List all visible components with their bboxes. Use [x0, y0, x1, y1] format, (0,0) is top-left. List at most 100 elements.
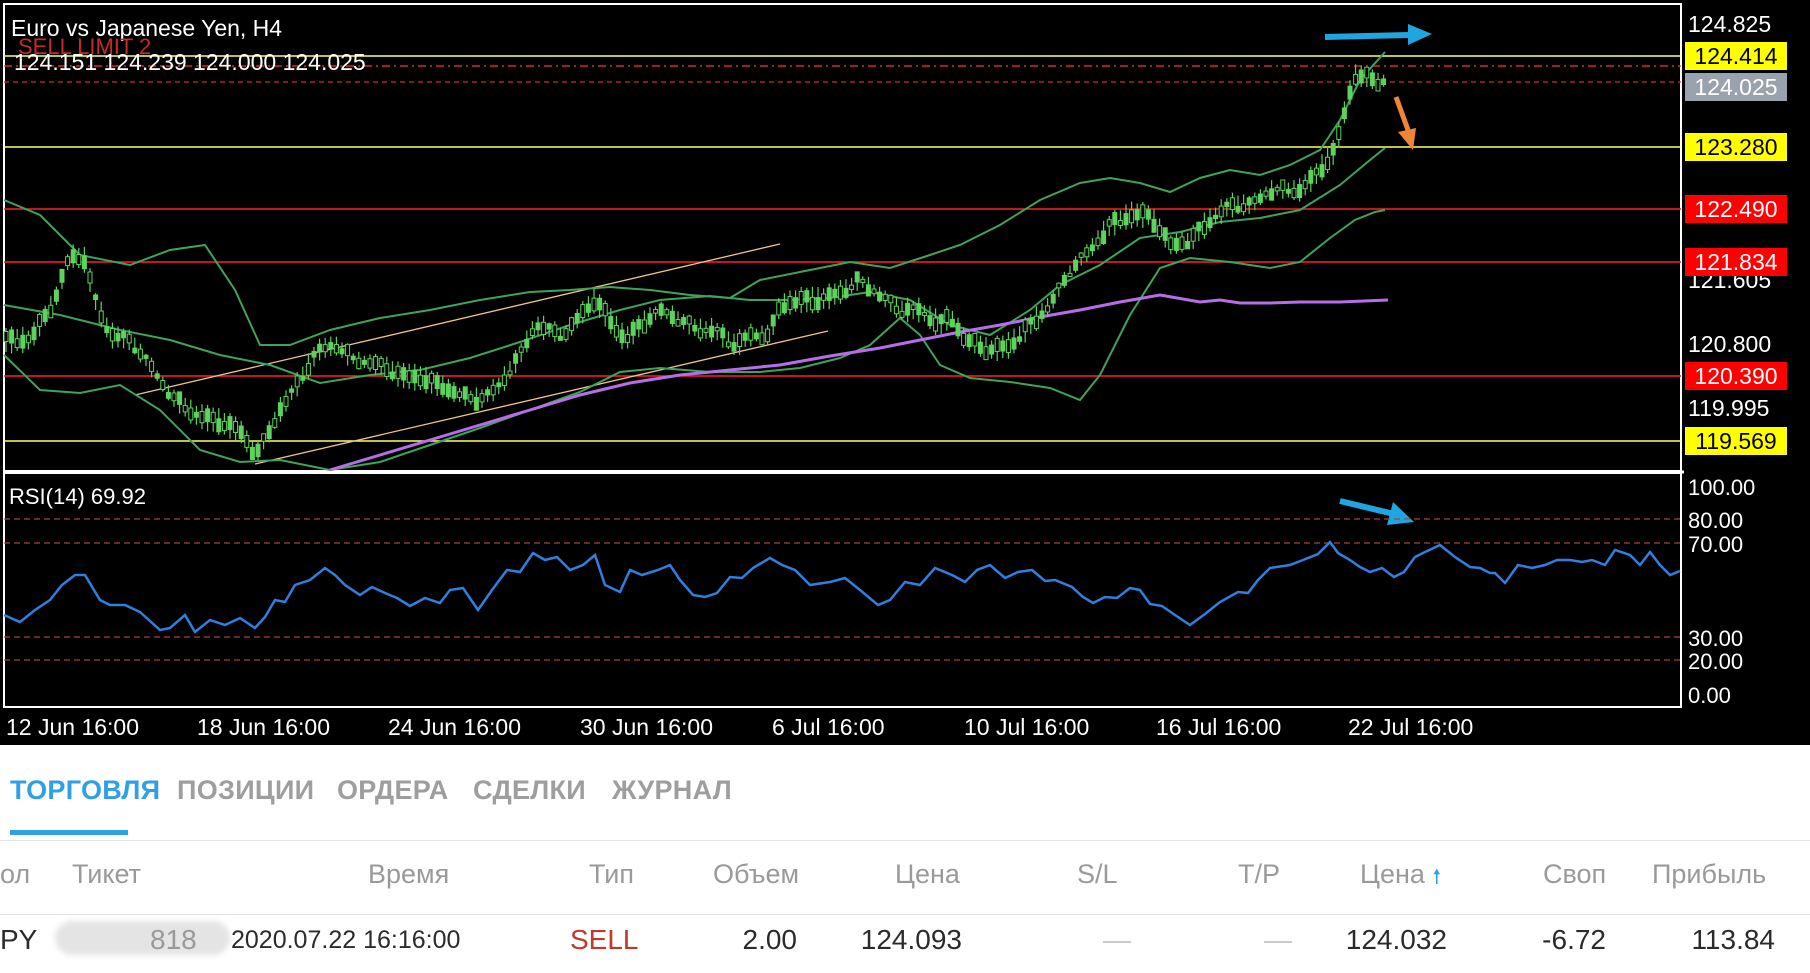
candle-body — [423, 375, 429, 390]
candle-body — [1073, 259, 1079, 271]
candle-body — [1235, 205, 1241, 213]
candle-body — [793, 297, 799, 309]
candle-body — [1369, 72, 1375, 87]
candle-body — [625, 333, 631, 344]
candle-body — [1045, 305, 1051, 313]
cell-volume: 2.00 — [742, 924, 798, 955]
candle-body — [580, 304, 586, 319]
candle-body — [457, 391, 463, 398]
candle-body — [1330, 143, 1336, 156]
col-time[interactable]: Время — [368, 859, 449, 890]
candle-body — [132, 347, 138, 354]
candle-body — [1168, 237, 1174, 251]
level-tag-119569[interactable]: 119.569 — [1685, 427, 1787, 455]
candle-body — [860, 278, 866, 284]
candle-body — [1381, 78, 1387, 85]
candle-body — [535, 322, 541, 331]
candle-body — [569, 317, 575, 332]
col-swap[interactable]: Своп — [1543, 859, 1606, 890]
candle-body — [25, 334, 31, 344]
candle-body — [1213, 214, 1219, 220]
candle-body — [1095, 237, 1101, 247]
table-row[interactable]: PY 818 2020.07.22 16:16:00 SELL 2.00 124… — [0, 915, 1810, 973]
col-current-price[interactable]: Цена 🠕 — [1360, 859, 1441, 896]
tab-trade[interactable]: ТОРГОВЛЯ — [10, 775, 160, 806]
tab-deals[interactable]: СДЕЛКИ — [473, 775, 586, 806]
rsi-axis-100: 100.00 — [1688, 475, 1756, 500]
candle-body — [1353, 73, 1359, 85]
candle-body — [1112, 212, 1118, 226]
rsi-blue-arrow-icon — [1339, 498, 1414, 525]
level-tag-124414[interactable]: 124.414 — [1685, 42, 1787, 70]
candle-body — [921, 311, 927, 317]
col-tp[interactable]: T/P — [1238, 859, 1280, 890]
candle-body — [524, 338, 530, 349]
candle-body — [406, 370, 412, 383]
candle-body — [1145, 209, 1151, 220]
candle-body — [1022, 319, 1028, 333]
candle-body — [188, 407, 194, 421]
candle-body — [720, 327, 726, 339]
level-tag-122490[interactable]: 122.490 — [1685, 195, 1787, 223]
candle-body — [31, 326, 37, 341]
candle-body — [770, 314, 776, 327]
candle-body — [994, 337, 1000, 352]
candle-body — [753, 332, 759, 340]
masked-ticket — [55, 921, 230, 955]
level-tag-current-price[interactable]: 124.025 — [1685, 73, 1787, 101]
candle-body — [1000, 340, 1006, 352]
candle-body — [574, 312, 580, 324]
col-type[interactable]: Тип — [589, 859, 634, 890]
candle-body — [350, 355, 356, 361]
col-sl[interactable]: S/L — [1077, 859, 1118, 890]
candle-body — [227, 416, 233, 431]
candle-body — [961, 332, 967, 346]
candle-body — [933, 317, 939, 332]
chart-canvas[interactable] — [0, 0, 1810, 745]
col-volume[interactable]: Объем — [713, 859, 799, 890]
level-tag-121834[interactable]: 121.834 — [1685, 248, 1787, 276]
col-ticket[interactable]: Тикет — [72, 859, 141, 890]
candle-body — [59, 268, 65, 283]
candle-body — [882, 293, 888, 302]
time-label: 16 Jul 16:00 — [1156, 714, 1282, 740]
col-open-price[interactable]: Цена — [895, 859, 960, 890]
candle-body — [126, 333, 132, 344]
candle-body — [70, 249, 76, 264]
price-label-120800: 120.800 — [1688, 331, 1772, 357]
cell-sl: — — [1103, 924, 1131, 955]
col-profit[interactable]: Прибыль — [1652, 859, 1766, 890]
candle-body — [1218, 205, 1224, 218]
candle-body — [1375, 78, 1381, 92]
candle-body — [216, 418, 222, 433]
candle-body — [1011, 337, 1017, 350]
candle-body — [591, 297, 597, 312]
candle-body — [193, 411, 199, 418]
candle-body — [182, 405, 188, 413]
candle-body — [255, 443, 261, 458]
candle-body — [165, 391, 171, 399]
candle-body — [1302, 180, 1308, 190]
level-tag-123280[interactable]: 123.280 — [1685, 133, 1787, 161]
candle-body — [143, 354, 149, 359]
candle-body — [681, 316, 687, 325]
candle-body — [664, 309, 670, 316]
level-tag-120390[interactable]: 120.390 — [1685, 362, 1787, 390]
candle-body — [1050, 293, 1056, 304]
candle-body — [1190, 227, 1196, 242]
tab-positions[interactable]: ПОЗИЦИИ — [177, 775, 314, 806]
cell-profit: 113.84 — [1691, 924, 1775, 955]
tab-orders[interactable]: ОРДЕРА — [337, 775, 449, 806]
candle-body — [1067, 272, 1073, 278]
candle-body — [977, 341, 983, 354]
candle-body — [916, 303, 922, 316]
tab-journal[interactable]: ЖУРНАЛ — [612, 775, 732, 806]
candle-body — [1291, 187, 1297, 199]
candle-body — [496, 382, 502, 388]
candle-body — [1005, 339, 1011, 354]
candle-body — [1280, 179, 1286, 191]
price-chart[interactable]: Euro vs Japanese Yen, H4 SELL LIMIT 2 12… — [0, 0, 1810, 745]
candle-body — [927, 315, 933, 327]
candle-body — [199, 411, 205, 424]
col-symbol[interactable]: ол — [0, 859, 30, 890]
